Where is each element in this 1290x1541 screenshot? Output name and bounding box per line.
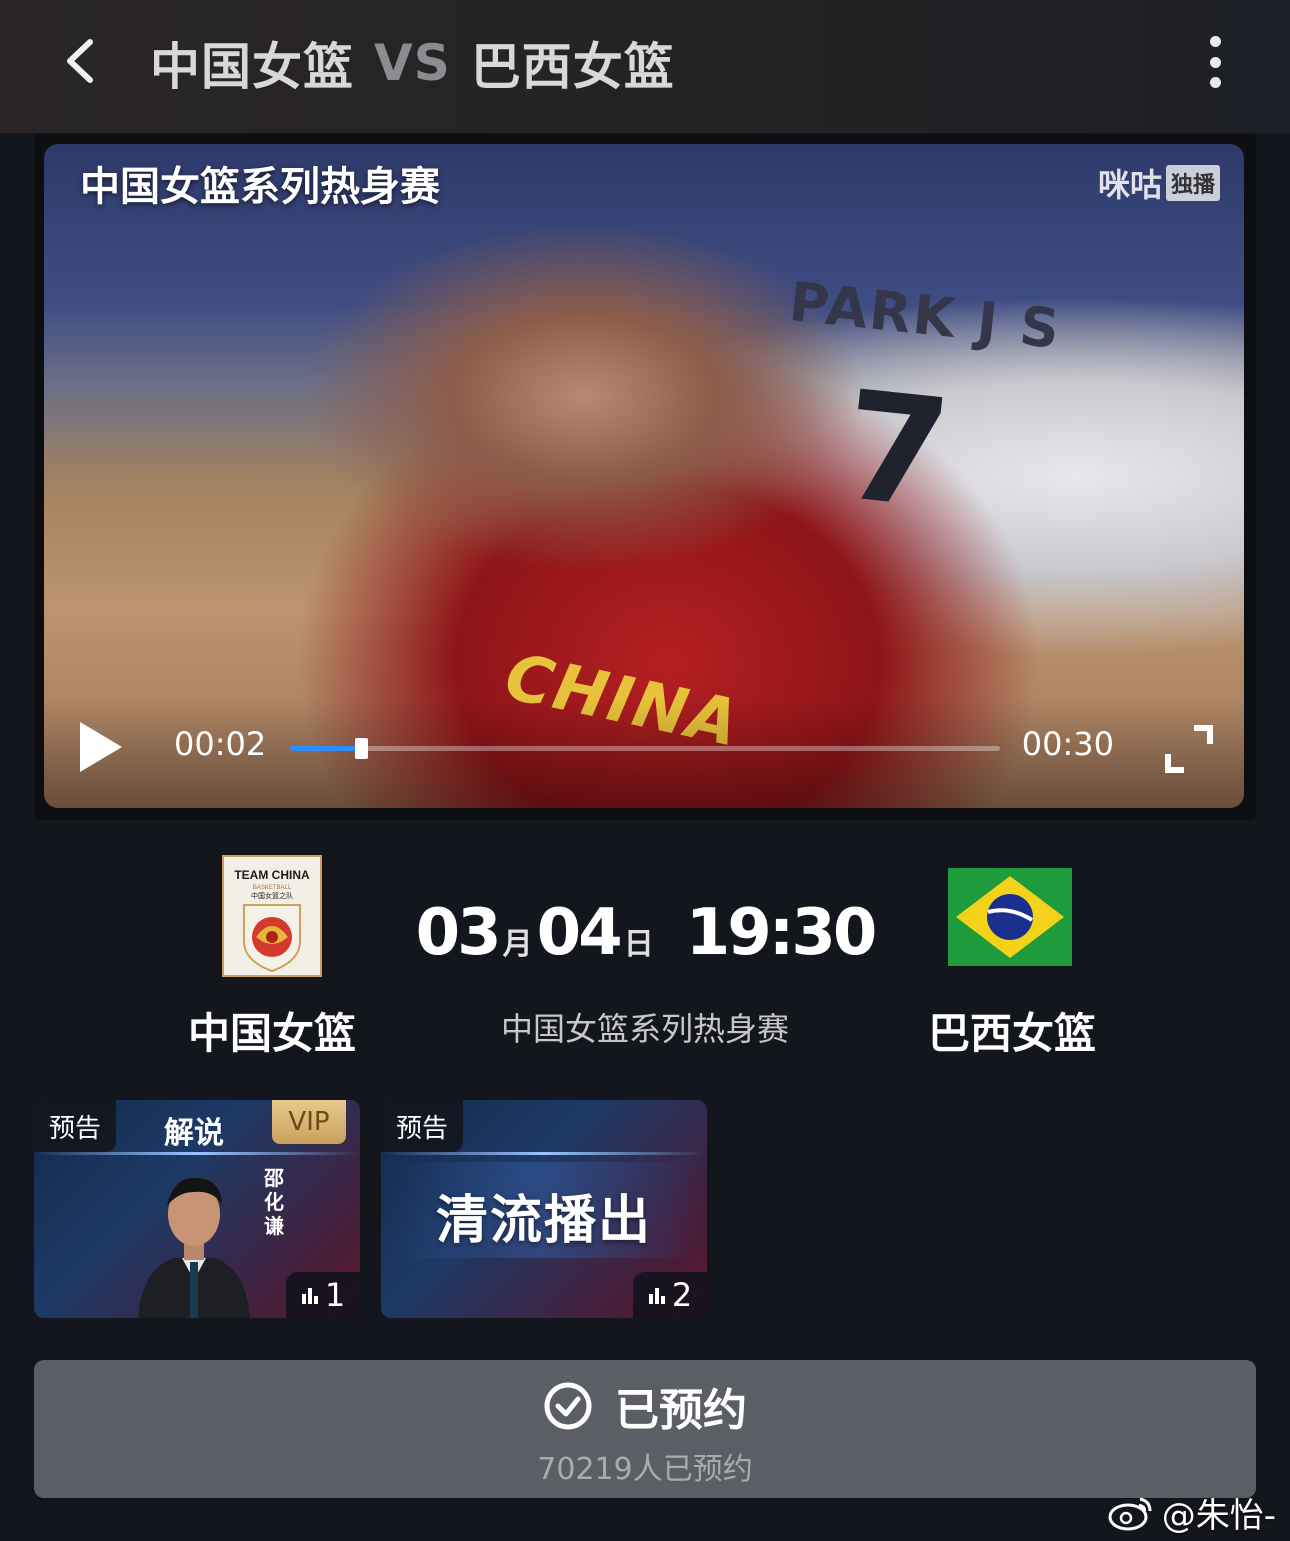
stream-count-badge: 2: [633, 1272, 707, 1318]
title-vs: VS: [374, 34, 451, 92]
more-dot-icon: [1209, 77, 1221, 88]
watermark-badge: 独播: [1165, 165, 1220, 201]
match-month: 03: [415, 896, 502, 970]
match-day-unit: 日: [623, 927, 654, 962]
video-frame[interactable]: PARK J S 7 CHINA 中国女篮系列热身赛 咪咕 独播 00:02 0…: [44, 144, 1244, 808]
progress-bar[interactable]: [290, 738, 1000, 759]
brazil-flag-icon: [948, 868, 1072, 966]
commentator-name: 邵化谦: [264, 1166, 284, 1238]
opponent-jersey-number: 7: [835, 359, 958, 543]
progress-fill: [290, 746, 361, 751]
away-team-name: 巴西女篮: [927, 1009, 1096, 1058]
play-icon: [80, 722, 122, 772]
fullscreen-icon: [1165, 725, 1213, 773]
more-dot-icon: [1209, 56, 1221, 68]
check-circle-icon: [544, 1382, 592, 1430]
stream-option-clean-feed[interactable]: 预告 清流播出 2: [381, 1100, 707, 1318]
stream-option-commentary[interactable]: 预告 解说 VIP 邵化谦 1: [34, 1100, 360, 1318]
match-datetime: 03 月 04 日 19:30: [416, 896, 878, 982]
fullscreen-button[interactable]: [1164, 724, 1214, 774]
commentator-avatar: [134, 1158, 254, 1318]
stream-count: 1: [324, 1276, 346, 1314]
back-button[interactable]: [52, 34, 106, 88]
match-event-name: 中国女篮系列热身赛: [500, 1010, 789, 1048]
reserve-status: 已预约: [34, 1376, 1256, 1436]
preview-tag: 预告: [381, 1100, 463, 1152]
title-away-team: 巴西女篮: [470, 38, 675, 96]
stream-count: 2: [671, 1276, 693, 1314]
team-china-logo: TEAM CHINA BASKETBALL 中国女篮之队: [222, 855, 322, 977]
vip-badge: VIP: [272, 1100, 346, 1144]
stream-count-badge: 1: [286, 1272, 360, 1318]
bar-signal-icon: [301, 1288, 318, 1304]
duration-time: 00:30: [1021, 725, 1114, 763]
preview-tag: 预告: [34, 1100, 116, 1152]
reserved-button[interactable]: 已预约 70219人已预约: [34, 1360, 1256, 1498]
reserve-status-text: 已预约: [615, 1385, 747, 1436]
weibo-icon: [1108, 1497, 1152, 1531]
match-clock: 19:30: [685, 896, 878, 970]
logo-cn-text: 中国女篮之队: [251, 891, 293, 900]
bar-signal-icon: [648, 1288, 665, 1304]
card-divider: [381, 1152, 707, 1155]
logo-text: TEAM CHINA: [234, 868, 310, 882]
commentary-label: 解说: [164, 1116, 224, 1151]
title-home-team: 中国女篮: [150, 38, 354, 96]
page-title: 中国女篮 VS 巴西女篮: [150, 30, 675, 96]
player-controls: 00:02 00:30: [44, 698, 1244, 808]
more-options-button[interactable]: [1190, 32, 1240, 92]
video-overlay-title: 中国女篮系列热身赛: [80, 164, 440, 210]
chevron-left-icon: [67, 39, 93, 83]
watermark-brand: 咪咕: [1097, 166, 1162, 204]
reserve-count: 70219人已预约: [537, 1452, 753, 1487]
stream-title: 清流播出: [435, 1191, 652, 1251]
card-divider: [34, 1152, 360, 1155]
video-player[interactable]: PARK J S 7 CHINA 中国女篮系列热身赛 咪咕 独播 00:02 0…: [34, 134, 1256, 820]
play-button[interactable]: [76, 720, 126, 774]
weibo-credit: @朱怡-: [1108, 1488, 1276, 1536]
match-month-unit: 月: [502, 927, 533, 962]
current-time: 00:02: [174, 725, 267, 763]
opponent-jersey-name: PARK J S: [786, 269, 1064, 362]
home-team-name: 中国女篮: [187, 1009, 356, 1058]
more-dot-icon: [1209, 36, 1221, 47]
top-nav-bar: 中国女篮 VS 巴西女篮: [0, 0, 1290, 133]
broadcaster-watermark: 咪咕 独播: [1098, 160, 1220, 206]
credit-handle: @朱怡-: [1161, 1495, 1276, 1536]
progress-thumb[interactable]: [355, 738, 368, 759]
logo-subtext: BASKETBALL: [253, 885, 292, 891]
match-day: 04: [536, 896, 623, 970]
